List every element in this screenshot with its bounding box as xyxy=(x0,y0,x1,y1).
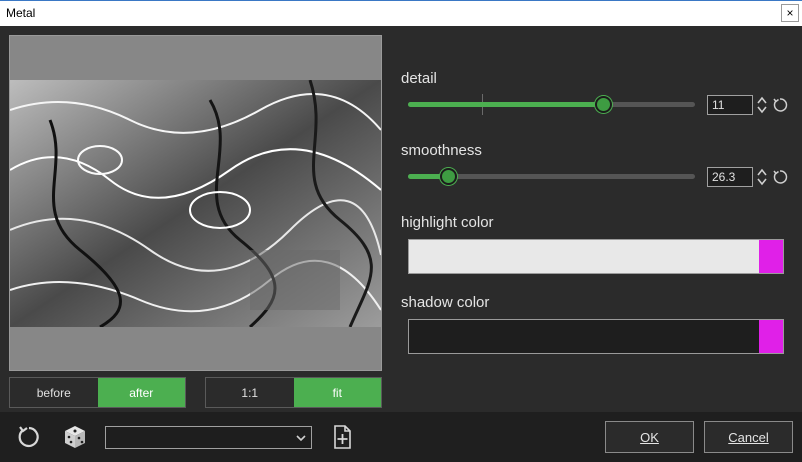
zoom-toggle: 1:1 fit xyxy=(205,377,382,408)
smoothness-slider[interactable] xyxy=(408,168,695,185)
highlight-color-swatch[interactable] xyxy=(408,239,784,274)
detail-slider-handle[interactable] xyxy=(595,96,612,113)
cancel-button[interactable]: Cancel xyxy=(704,421,793,453)
detail-label: detail xyxy=(401,70,437,87)
smoothness-reset-icon[interactable] xyxy=(772,169,788,185)
reset-icon[interactable] xyxy=(15,423,43,451)
before-after-toggle: before after xyxy=(9,377,186,408)
after-option[interactable]: after xyxy=(97,378,185,407)
add-preset-icon[interactable] xyxy=(328,423,356,451)
before-option[interactable]: before xyxy=(10,378,98,407)
detail-reset-icon[interactable] xyxy=(772,97,788,113)
detail-slider[interactable] xyxy=(408,94,695,115)
zoom-1-1-option[interactable]: 1:1 xyxy=(206,378,294,407)
title-bar: Metal × xyxy=(0,0,802,26)
detail-slider-fill xyxy=(408,102,603,107)
smoothness-value-field[interactable]: 26.3 xyxy=(707,167,753,187)
highlight-color-picker[interactable] xyxy=(759,240,783,273)
preview-panel xyxy=(9,35,382,371)
smoothness-slider-handle[interactable] xyxy=(440,168,457,185)
shadow-color-swatch[interactable] xyxy=(408,319,784,354)
preview-image xyxy=(10,80,381,327)
highlight-color-label: highlight color xyxy=(401,214,494,231)
zoom-fit-option[interactable]: fit xyxy=(293,378,381,407)
ok-button[interactable]: OK xyxy=(605,421,694,453)
detail-value-field[interactable]: 11 xyxy=(707,95,753,115)
smoothness-spinner-icon[interactable] xyxy=(756,167,768,187)
shadow-color-picker[interactable] xyxy=(759,320,783,353)
detail-spinner-icon[interactable] xyxy=(756,95,768,115)
smoothness-label: smoothness xyxy=(401,142,482,159)
preset-dropdown[interactable] xyxy=(105,426,312,449)
chevron-down-icon xyxy=(296,435,306,442)
dice-icon[interactable] xyxy=(61,423,89,451)
close-button[interactable]: × xyxy=(781,4,799,22)
shadow-color-label: shadow color xyxy=(401,294,490,311)
window-title: Metal xyxy=(6,6,36,20)
